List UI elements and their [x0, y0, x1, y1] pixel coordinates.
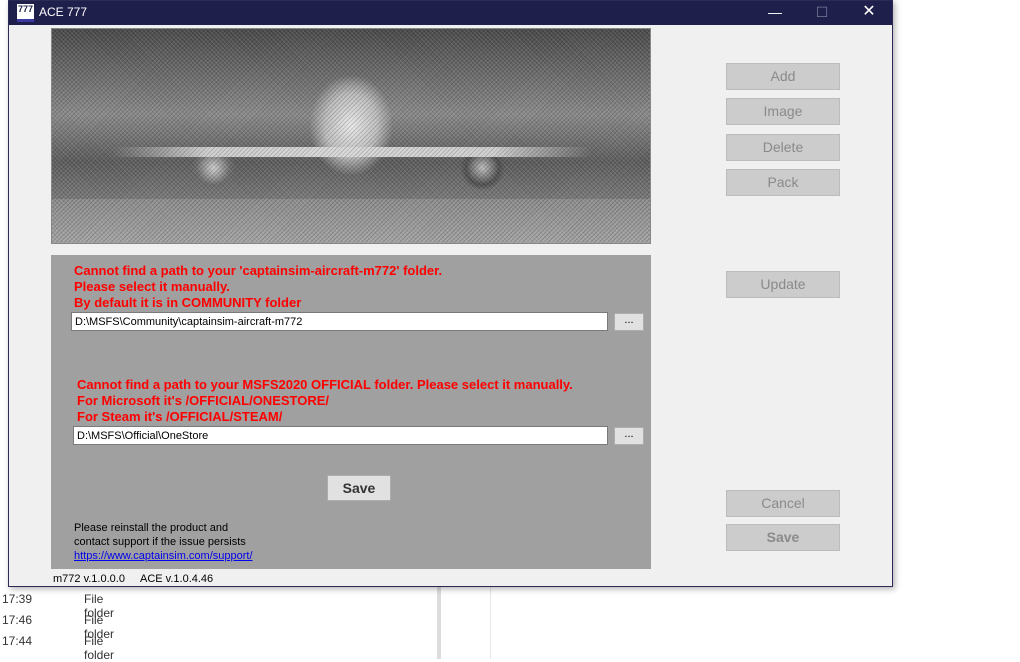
official-path-input[interactable]	[73, 426, 608, 445]
pack-button[interactable]: Pack	[726, 169, 840, 196]
ace-777-window: 777 ACE 777 — ☐ ✕ Cannot find a path to …	[8, 0, 893, 587]
update-button[interactable]: Update	[726, 271, 840, 298]
file-type: File folder	[84, 634, 115, 662]
dither-texture	[52, 29, 650, 243]
cancel-button[interactable]: Cancel	[726, 490, 840, 517]
pane-splitter[interactable]	[437, 585, 441, 659]
save-paths-button[interactable]: Save	[327, 475, 391, 501]
support-note-line: contact support if the issue persists	[74, 536, 246, 548]
aircraft-path-error: Cannot find a path to your 'captainsim-a…	[74, 263, 442, 311]
path-error-panel: Cannot find a path to your 'captainsim-a…	[51, 255, 651, 569]
maximize-button[interactable]: ☐	[799, 1, 845, 25]
error-line: For Microsoft it's /OFFICIAL/ONESTORE/	[77, 393, 330, 408]
error-line: Cannot find a path to your 'captainsim-a…	[74, 263, 443, 278]
minimize-button[interactable]: —	[752, 1, 798, 25]
official-path-error: Cannot find a path to your MSFS2020 OFFI…	[77, 377, 573, 425]
file-modified-time: 17:46	[2, 613, 33, 627]
add-button[interactable]: Add	[726, 63, 840, 90]
app-icon: 777	[17, 4, 34, 22]
column-divider	[490, 585, 491, 659]
error-line: By default it is in COMMUNITY folder	[74, 295, 302, 310]
close-button[interactable]: ✕	[846, 1, 892, 25]
error-line: Cannot find a path to your MSFS2020 OFFI…	[77, 377, 573, 392]
aircraft-browse-button[interactable]: ...	[614, 313, 644, 331]
title-bar[interactable]: 777 ACE 777 — ☐ ✕	[9, 1, 892, 25]
image-button[interactable]: Image	[726, 98, 840, 125]
support-note-line: Please reinstall the product and	[74, 522, 229, 534]
error-line: For Steam it's /OFFICIAL/STEAM/	[77, 409, 283, 424]
aircraft-hangar-image	[51, 28, 651, 244]
support-link[interactable]: https://www.captainsim.com/support/	[74, 550, 253, 562]
official-browse-button[interactable]: ...	[614, 427, 644, 445]
delete-button[interactable]: Delete	[726, 134, 840, 161]
error-line: Please select it manually.	[74, 279, 230, 294]
file-modified-time: 17:39	[2, 592, 33, 606]
aircraft-path-input[interactable]	[71, 312, 608, 331]
window-title: ACE 777	[39, 5, 88, 19]
ace-version: ACE v.1.0.4.46	[140, 573, 214, 585]
save-button[interactable]: Save	[726, 524, 840, 551]
model-version: m772 v.1.0.0.0	[53, 573, 125, 585]
file-modified-time: 17:44	[2, 634, 33, 648]
